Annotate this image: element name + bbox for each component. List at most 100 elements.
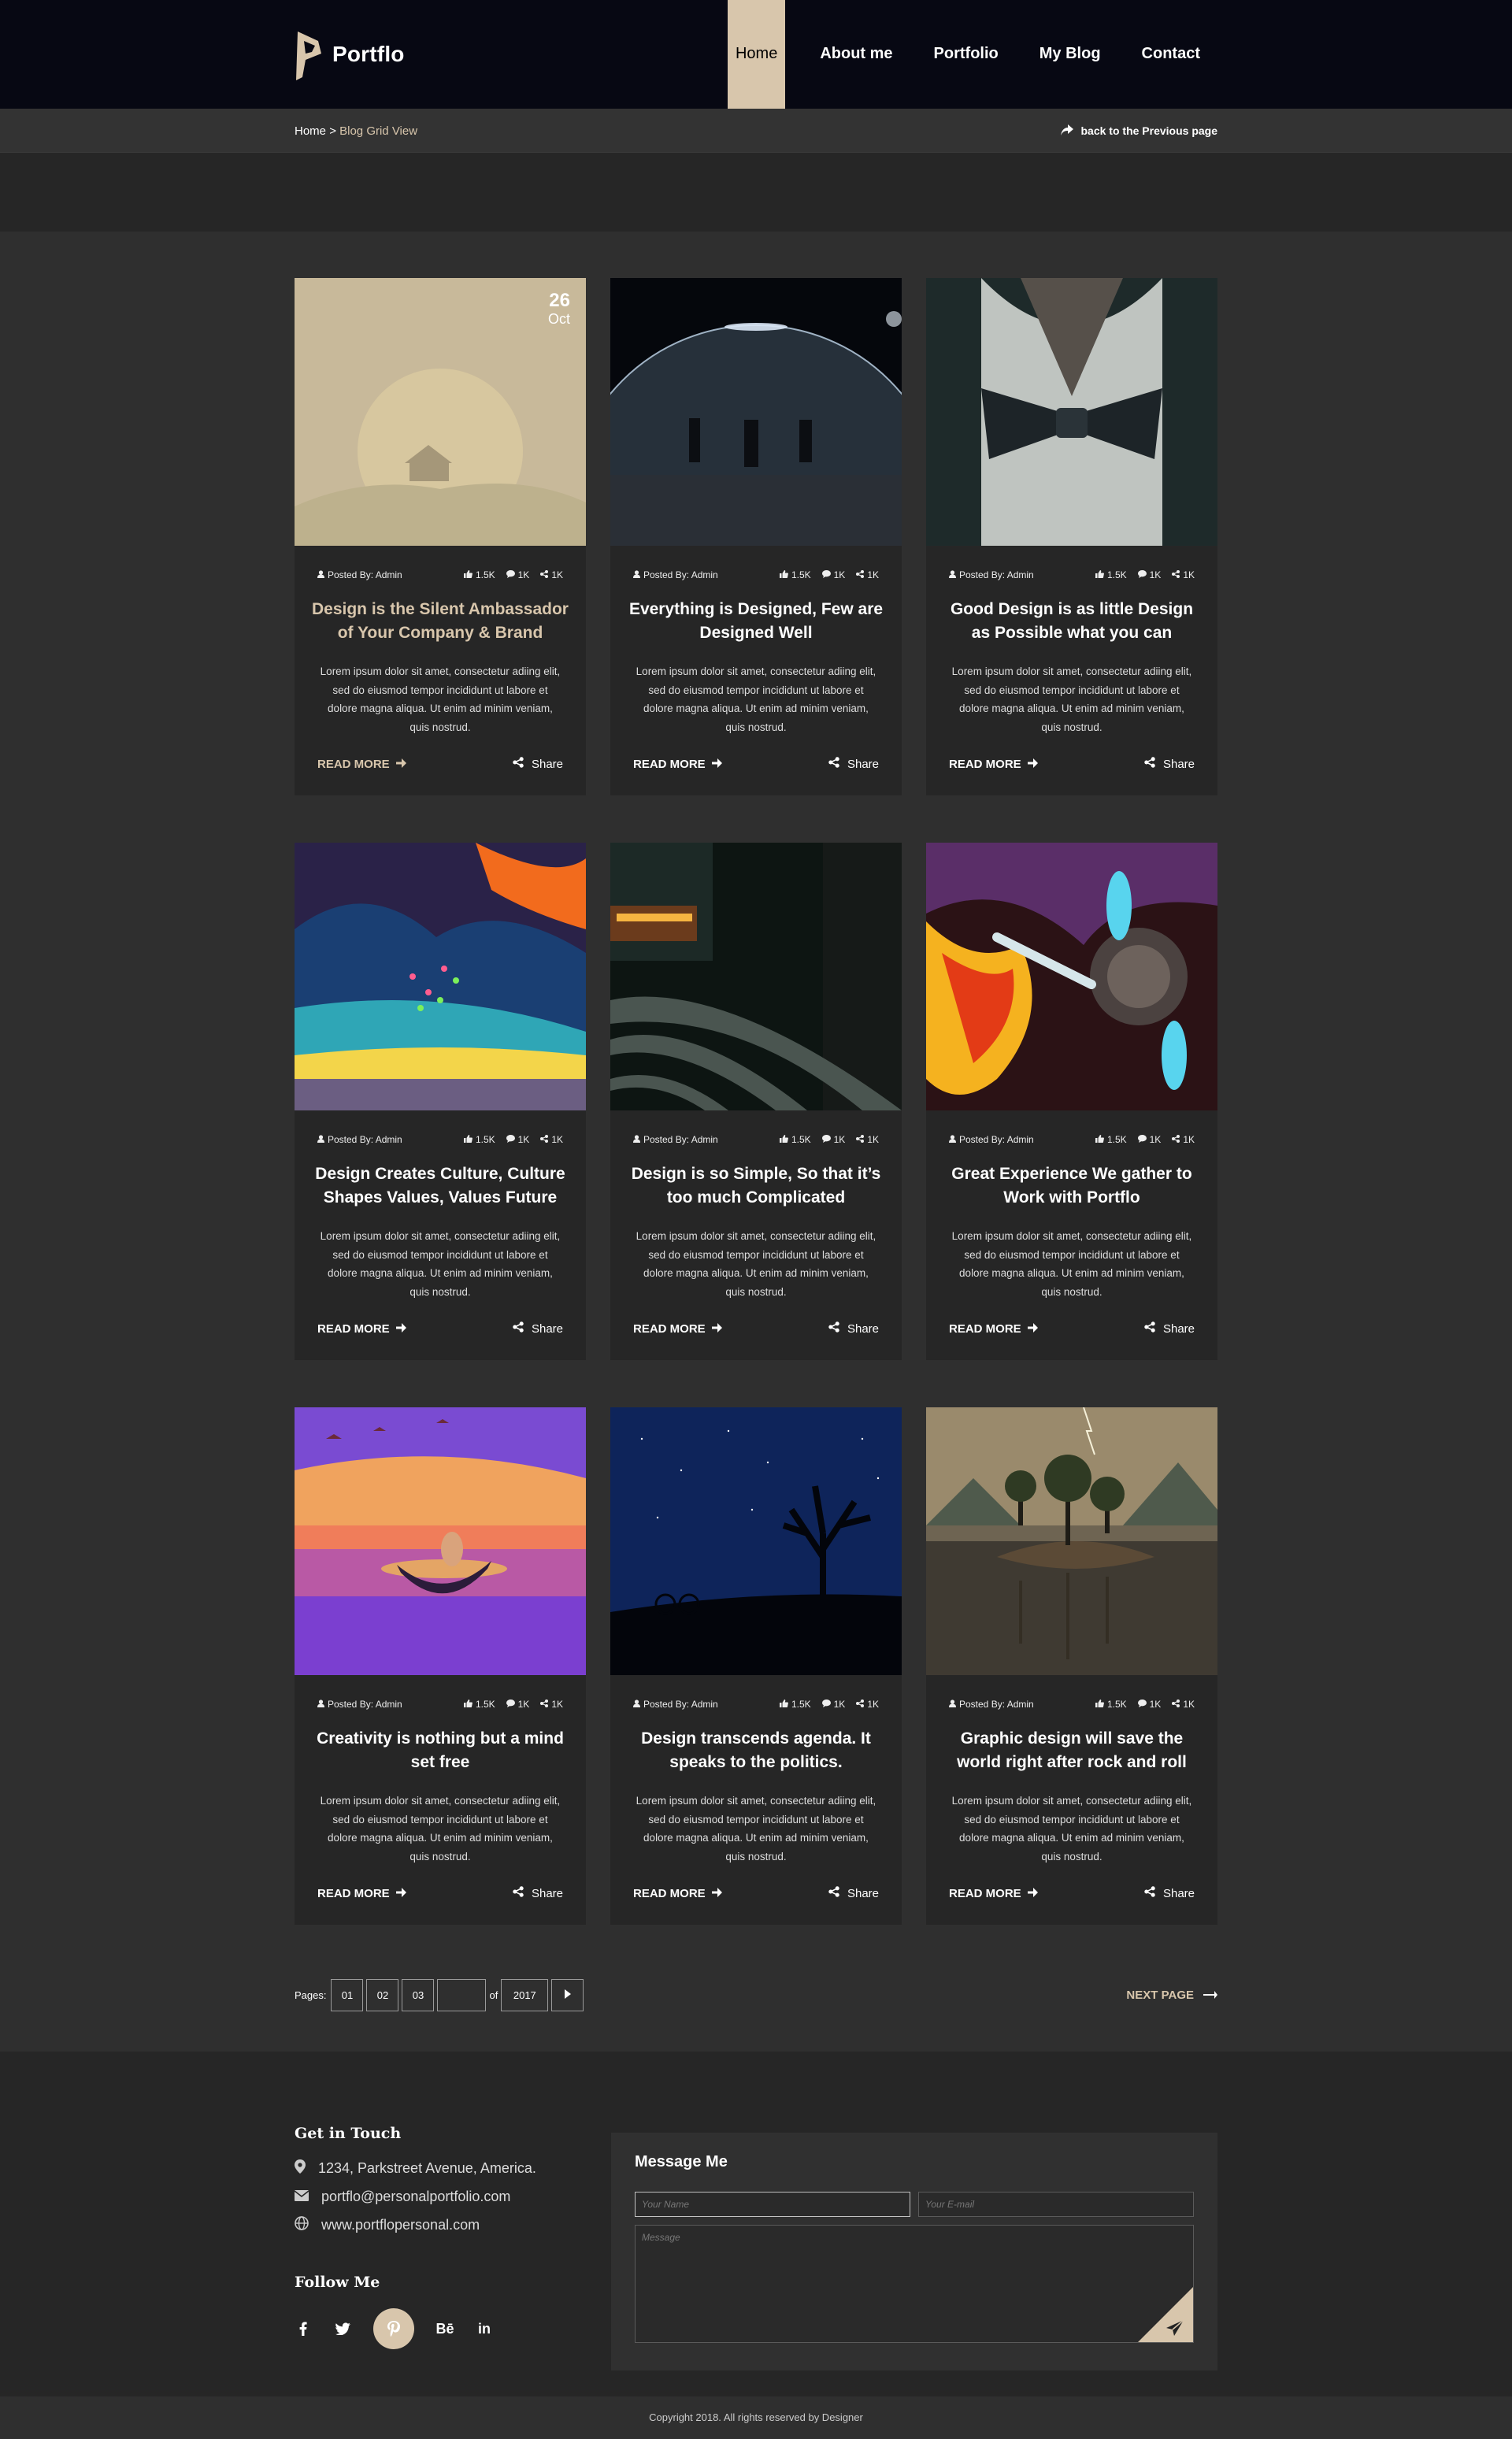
post-image[interactable]: 26 Oct bbox=[295, 278, 586, 546]
like-stat[interactable]: 1.5K bbox=[1095, 1699, 1127, 1710]
comment-stat[interactable]: 1K bbox=[1137, 569, 1161, 580]
share-button[interactable]: Share bbox=[513, 1886, 563, 1900]
share-button[interactable]: Share bbox=[828, 1886, 879, 1900]
post-title[interactable]: Graphic design will save the world right… bbox=[926, 1710, 1217, 1782]
read-more-link[interactable]: READ MORE bbox=[633, 758, 722, 771]
next-page-link[interactable]: NEXT PAGE bbox=[1126, 1989, 1217, 2002]
post-excerpt: Lorem ipsum dolor sit amet, consectetur … bbox=[636, 1230, 876, 1298]
nav-portfolio[interactable]: Portfolio bbox=[914, 0, 1019, 109]
back-link[interactable]: back to the Previous page bbox=[1060, 124, 1217, 138]
comment-stat[interactable]: 1K bbox=[821, 1699, 845, 1710]
page-total[interactable]: 2017 bbox=[501, 1979, 549, 2011]
behance-icon[interactable]: Bē bbox=[436, 2320, 454, 2337]
pagination-of-label: of bbox=[489, 1989, 498, 2001]
nav-blog[interactable]: My Blog bbox=[1019, 0, 1121, 109]
share-stat[interactable]: 1K bbox=[856, 1699, 879, 1710]
read-more-link[interactable]: READ MORE bbox=[633, 1322, 722, 1336]
read-more-link[interactable]: READ MORE bbox=[949, 1887, 1038, 1900]
post-title[interactable]: Design transcends agenda. It speaks to t… bbox=[610, 1710, 902, 1782]
post-image[interactable] bbox=[926, 278, 1217, 546]
comment-stat[interactable]: 1K bbox=[1137, 1134, 1161, 1145]
post-image[interactable] bbox=[926, 1407, 1217, 1675]
read-more-link[interactable]: READ MORE bbox=[317, 1887, 406, 1900]
post-author: Posted By: Admin bbox=[633, 1134, 718, 1145]
share-stat[interactable]: 1K bbox=[1172, 1134, 1195, 1145]
share-button[interactable]: Share bbox=[828, 757, 879, 771]
read-more-link[interactable]: READ MORE bbox=[633, 1887, 722, 1900]
twitter-icon[interactable] bbox=[334, 2320, 351, 2337]
share-stat[interactable]: 1K bbox=[1172, 1699, 1195, 1710]
message-textarea[interactable]: Message bbox=[635, 2225, 1194, 2343]
like-count: 1.5K bbox=[791, 569, 811, 580]
post-title[interactable]: Design Creates Culture, Culture Shapes V… bbox=[295, 1145, 586, 1218]
post-footer: READ MORE Share bbox=[926, 1874, 1217, 1900]
share-icon bbox=[1172, 1699, 1180, 1710]
post-image[interactable] bbox=[926, 843, 1217, 1110]
post-image[interactable] bbox=[295, 843, 586, 1110]
share-count: 1K bbox=[867, 1134, 879, 1145]
share-button[interactable]: Share bbox=[1144, 1321, 1195, 1336]
comment-stat[interactable]: 1K bbox=[821, 569, 845, 580]
share-stat[interactable]: 1K bbox=[856, 569, 879, 580]
send-button[interactable] bbox=[1138, 2287, 1193, 2342]
post-title[interactable]: Everything is Designed, Few are Designed… bbox=[610, 580, 902, 653]
share-button[interactable]: Share bbox=[828, 1321, 879, 1336]
post-image[interactable] bbox=[295, 1407, 586, 1675]
read-more-link[interactable]: READ MORE bbox=[949, 758, 1038, 771]
page-number-input[interactable] bbox=[437, 1979, 487, 2011]
like-stat[interactable]: 1.5K bbox=[463, 569, 495, 580]
comment-stat[interactable]: 1K bbox=[1137, 1699, 1161, 1710]
facebook-icon[interactable] bbox=[295, 2320, 312, 2337]
nav-home[interactable]: Home bbox=[727, 0, 786, 109]
share-button[interactable]: Share bbox=[1144, 757, 1195, 771]
brand-logo[interactable]: Portflo bbox=[295, 23, 405, 86]
pinterest-icon[interactable] bbox=[373, 2308, 414, 2349]
read-more-link[interactable]: READ MORE bbox=[317, 1322, 406, 1336]
share-stat[interactable]: 1K bbox=[540, 1699, 563, 1710]
name-field[interactable] bbox=[635, 2192, 910, 2217]
like-stat[interactable]: 1.5K bbox=[779, 569, 811, 580]
share-stat[interactable]: 1K bbox=[540, 1134, 563, 1145]
share-button[interactable]: Share bbox=[513, 1321, 563, 1336]
blog-card: Posted By: Admin 1.5K 1K 1K Creativity i… bbox=[295, 1407, 586, 1925]
like-stat[interactable]: 1.5K bbox=[1095, 569, 1127, 580]
like-stat[interactable]: 1.5K bbox=[779, 1699, 811, 1710]
like-stat[interactable]: 1.5K bbox=[779, 1134, 811, 1145]
share-stat[interactable]: 1K bbox=[1172, 569, 1195, 580]
nav-about[interactable]: About me bbox=[799, 0, 913, 109]
read-more-link[interactable]: READ MORE bbox=[317, 758, 406, 771]
comment-stat[interactable]: 1K bbox=[506, 569, 529, 580]
comment-stat[interactable]: 1K bbox=[506, 1699, 529, 1710]
page-forward-button[interactable] bbox=[551, 1979, 584, 2011]
post-title[interactable]: Great Experience We gather to Work with … bbox=[926, 1145, 1217, 1218]
nav-contact[interactable]: Contact bbox=[1121, 0, 1221, 109]
thumbs-up-icon bbox=[463, 569, 472, 580]
share-stat[interactable]: 1K bbox=[856, 1134, 879, 1145]
share-stat[interactable]: 1K bbox=[540, 569, 563, 580]
share-button[interactable]: Share bbox=[513, 757, 563, 771]
user-icon bbox=[317, 1699, 324, 1710]
like-stat[interactable]: 1.5K bbox=[1095, 1134, 1127, 1145]
post-image[interactable] bbox=[610, 278, 902, 546]
breadcrumb-home[interactable]: Home bbox=[295, 124, 326, 138]
post-title[interactable]: Design is the Silent Ambassador of Your … bbox=[295, 580, 586, 653]
read-more-link[interactable]: READ MORE bbox=[949, 1322, 1038, 1336]
post-title[interactable]: Design is so Simple, So that it’s too mu… bbox=[610, 1145, 902, 1218]
post-title[interactable]: Creativity is nothing but a mind set fre… bbox=[295, 1710, 586, 1782]
post-image[interactable] bbox=[610, 843, 902, 1110]
like-stat[interactable]: 1.5K bbox=[463, 1699, 495, 1710]
page-link-2[interactable]: 02 bbox=[366, 1979, 399, 2011]
post-image[interactable] bbox=[610, 1407, 902, 1675]
like-stat[interactable]: 1.5K bbox=[463, 1134, 495, 1145]
contact-email[interactable]: portflo@personalportfolio.com bbox=[294, 2189, 578, 2205]
message-form: Message Me Message bbox=[611, 2133, 1217, 2370]
post-title[interactable]: Good Design is as little Design as Possi… bbox=[926, 580, 1217, 653]
comment-stat[interactable]: 1K bbox=[506, 1134, 529, 1145]
contact-website[interactable]: www.portflopersonal.com bbox=[295, 2216, 578, 2234]
email-field[interactable] bbox=[918, 2192, 1194, 2217]
share-button[interactable]: Share bbox=[1144, 1886, 1195, 1900]
page-link-3[interactable]: 03 bbox=[402, 1979, 435, 2011]
comment-stat[interactable]: 1K bbox=[821, 1134, 845, 1145]
page-link-1[interactable]: 01 bbox=[331, 1979, 364, 2011]
linkedin-icon[interactable]: in bbox=[476, 2320, 493, 2337]
